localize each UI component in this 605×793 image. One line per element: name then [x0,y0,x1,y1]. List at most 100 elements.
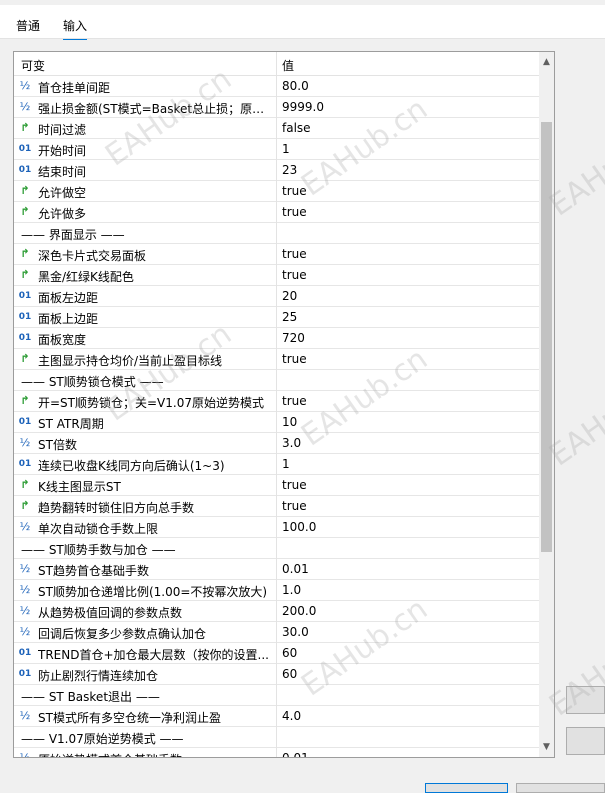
parameter-name: ST趋势首仓基础手数 [38,564,149,578]
double-param-icon: ½ [19,583,31,596]
scroll-thumb[interactable] [541,122,552,552]
parameter-value[interactable]: 9999.0 [282,100,324,114]
parameter-value[interactable]: true [282,478,307,492]
parameter-name: 从趋势极值回调的参数点数 [38,606,183,620]
parameter-row[interactable]: 01 连续已收盘K线同方向后确认(1~3) 1 [14,454,539,475]
parameter-value[interactable]: 720 [282,331,305,345]
cancel-button[interactable] [516,783,605,793]
column-header-variable[interactable]: 可变 [21,57,45,74]
parameter-row[interactable]: ½ 原始逆势模式首仓基础手数 0.01 [14,748,539,758]
cell-separator [276,349,277,370]
parameter-value[interactable]: true [282,247,307,261]
parameter-value[interactable]: 80.0 [282,79,309,93]
tab-inputs[interactable]: 输入 [63,17,88,40]
cell-separator [276,202,277,223]
parameter-row[interactable]: 01 防止剧烈行情连续加仓 60 [14,664,539,685]
parameter-name: 面板宽度 [38,333,87,347]
scroll-up-arrow-icon[interactable]: ▲ [539,54,554,70]
parameter-row[interactable]: ↱ 黑金/红绿K线配色 true [14,265,539,286]
parameter-value[interactable]: 30.0 [282,625,309,639]
section-row[interactable]: —— ST顺势锁仓模式 —— [14,370,539,391]
int-param-icon: 01 [18,417,32,427]
parameter-value[interactable]: true [282,205,307,219]
parameter-row[interactable]: 01 面板上边距 25 [14,307,539,328]
int-param-icon: 01 [18,648,32,658]
parameter-row[interactable]: ↱ 深色卡片式交易面板 true [14,244,539,265]
parameter-value[interactable]: 1.0 [282,583,301,597]
parameter-value[interactable]: 200.0 [282,604,316,618]
parameter-row[interactable]: ½ ST倍数 3.0 [14,433,539,454]
tab-general[interactable]: 普通 [16,17,40,34]
cell-separator [276,118,277,139]
load-button[interactable] [566,686,605,714]
parameter-row[interactable]: ↱ 趋势翻转时锁住旧方向总手数 true [14,496,539,517]
parameter-name: 允许做多 [38,207,87,221]
parameter-value[interactable]: true [282,499,307,513]
parameter-value[interactable]: 100.0 [282,520,316,534]
parameter-row[interactable]: ↱ 开=ST顺势锁仓；关=V1.07原始逆势模式 true [14,391,539,412]
cell-separator [276,244,277,265]
parameter-row[interactable]: 01 开始时间 1 [14,139,539,160]
parameter-row[interactable]: ½ 强止损金额(ST模式=Basket总止损；原始... 9999.0 [14,97,539,118]
section-row[interactable]: —— ST顺势手数与加仓 —— [14,538,539,559]
parameter-value[interactable]: 23 [282,163,297,177]
cell-separator [276,685,277,706]
save-button[interactable] [566,727,605,755]
parameter-row[interactable]: 01 TREND首仓+加仓最大层数（按你的设置... 60 [14,643,539,664]
parameter-row[interactable]: 01 面板宽度 720 [14,328,539,349]
parameter-row[interactable]: ½ 单次自动锁仓手数上限 100.0 [14,517,539,538]
parameter-value[interactable]: 25 [282,310,297,324]
parameter-row[interactable]: ½ 从趋势极值回调的参数点数 200.0 [14,601,539,622]
parameter-row[interactable]: 01 ST ATR周期 10 [14,412,539,433]
parameter-value[interactable]: true [282,184,307,198]
parameter-row[interactable]: 01 结束时间 23 [14,160,539,181]
cell-separator [276,433,277,454]
parameter-row[interactable]: ½ ST顺势加仓递增比例(1.00=不按幂次放大) 1.0 [14,580,539,601]
parameter-row[interactable]: 01 面板左边距 20 [14,286,539,307]
column-separator[interactable] [276,52,277,76]
parameter-value[interactable]: 20 [282,289,297,303]
bool-param-icon: ↱ [20,247,30,260]
parameter-value[interactable]: 0.01 [282,751,309,757]
double-param-icon: ½ [19,79,31,92]
parameter-name: —— 界面显示 —— [21,228,125,242]
parameter-name: 深色卡片式交易面板 [38,249,147,263]
parameter-value[interactable]: true [282,352,307,366]
parameter-value[interactable]: 1 [282,457,290,471]
column-header-value[interactable]: 值 [282,57,294,74]
parameter-row[interactable]: ½ ST趋势首仓基础手数 0.01 [14,559,539,580]
parameter-value[interactable]: true [282,394,307,408]
section-row[interactable]: —— 界面显示 —— [14,223,539,244]
cell-separator [276,328,277,349]
parameter-row[interactable]: ½ 回调后恢复多少参数点确认加仓 30.0 [14,622,539,643]
parameter-value[interactable]: 3.0 [282,436,301,450]
cell-separator [276,538,277,559]
parameter-name: 强止损金额(ST模式=Basket总止损；原始... [38,102,274,116]
parameter-row[interactable]: ↱ 允许做多 true [14,202,539,223]
cell-separator [276,370,277,391]
parameter-row[interactable]: ↱ 时间过滤 false [14,118,539,139]
ok-button[interactable] [425,783,508,793]
parameter-name: —— ST Basket退出 —— [21,690,160,704]
parameter-value[interactable]: true [282,268,307,282]
parameter-name: 面板上边距 [38,312,99,326]
parameter-value[interactable]: 60 [282,646,297,660]
parameter-row[interactable]: ½ 首仓挂单间距 80.0 [14,76,539,97]
parameter-value[interactable]: 1 [282,142,290,156]
double-param-icon: ½ [19,751,31,758]
parameter-row[interactable]: ↱ 主图显示持仓均价/当前止盈目标线 true [14,349,539,370]
section-row[interactable]: —— V1.07原始逆势模式 —— [14,727,539,748]
parameter-value[interactable]: 4.0 [282,709,301,723]
vertical-scrollbar[interactable]: ▲ ▼ [539,52,554,757]
parameter-row[interactable]: ½ ST模式所有多空仓统一净利润止盈 4.0 [14,706,539,727]
parameter-value[interactable]: 0.01 [282,562,309,576]
parameter-row[interactable]: ↱ 允许做空 true [14,181,539,202]
parameter-row[interactable]: ↱ K线主图显示ST true [14,475,539,496]
parameter-value[interactable]: 60 [282,667,297,681]
parameter-value[interactable]: false [282,121,311,135]
scroll-down-arrow-icon[interactable]: ▼ [539,739,554,755]
section-row[interactable]: —— ST Basket退出 —— [14,685,539,706]
parameter-name: K线主图显示ST [38,480,121,494]
cell-separator [276,706,277,727]
parameter-value[interactable]: 10 [282,415,297,429]
